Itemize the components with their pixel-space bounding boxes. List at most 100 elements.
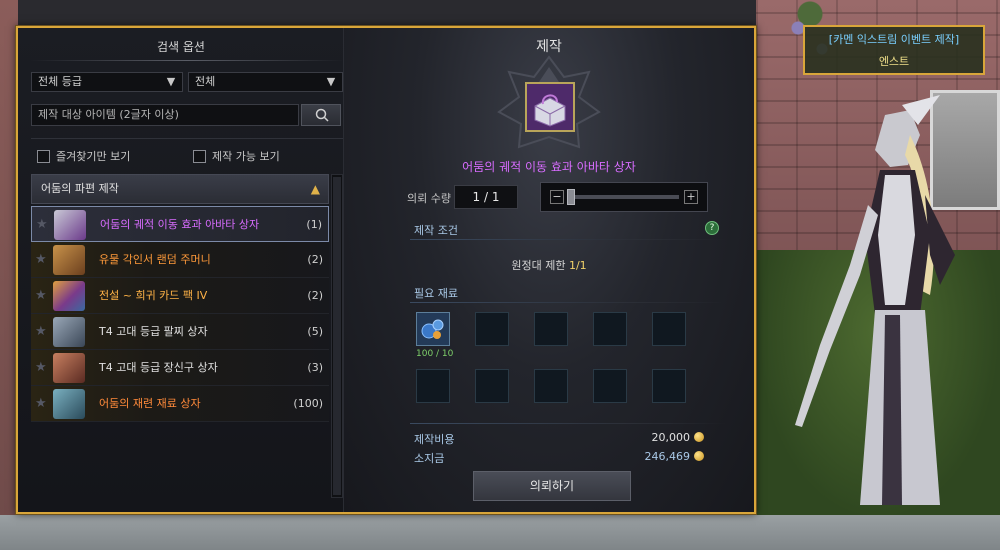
- npc-title: [카멘 익스트림 이벤트 제작]: [828, 33, 960, 46]
- item-count: (3): [307, 361, 323, 374]
- list-item[interactable]: ★ T4 고대 등급 장신구 상자 (3): [31, 350, 329, 386]
- favorite-star-icon[interactable]: ★: [35, 396, 47, 411]
- material-crystal-icon: [421, 319, 444, 339]
- craftable-only-toggle[interactable]: 제작 가능 보기: [193, 148, 280, 164]
- recipe-list: ★ 어둠의 궤적 이동 효과 아바타 상자 (1) ★ 유물 각인서 랜덤 주머…: [31, 206, 329, 422]
- divider: [410, 239, 726, 240]
- material-slot[interactable]: [475, 369, 509, 403]
- search-button[interactable]: [301, 104, 341, 126]
- item-count: (5): [307, 325, 323, 338]
- category-header-dark-shard[interactable]: 어둠의 파편 제작 ▲: [31, 174, 329, 204]
- scrollbar-thumb[interactable]: [333, 177, 341, 495]
- search-icon: [315, 108, 329, 122]
- list-item[interactable]: ★ 유물 각인서 랜덤 주머니 (2): [31, 242, 329, 278]
- minus-button[interactable]: −: [550, 190, 564, 204]
- item-name: 유물 각인서 랜덤 주머니: [99, 253, 211, 266]
- divider: [410, 423, 726, 424]
- grade-select-value: 전체 등급: [38, 75, 82, 88]
- quantity-slider[interactable]: − +: [540, 182, 708, 212]
- limit-value: 1/1: [568, 259, 587, 272]
- item-thumbnail: [53, 245, 85, 275]
- material-slot[interactable]: [652, 312, 686, 346]
- divider: [410, 302, 726, 303]
- request-button[interactable]: 의뢰하기: [473, 471, 631, 501]
- search-input[interactable]: 제작 대상 아이템 (2글자 이상): [31, 104, 299, 126]
- plus-button[interactable]: +: [684, 190, 698, 204]
- list-item[interactable]: ★ T4 고대 등급 팔찌 상자 (5): [31, 314, 329, 350]
- slider-handle[interactable]: [567, 189, 575, 205]
- conditions-label: 제작 조건: [414, 224, 458, 237]
- npc-name-plate: [카멘 익스트림 이벤트 제작] 엔스트: [803, 25, 985, 75]
- item-count: (2): [307, 289, 323, 302]
- favorite-star-icon[interactable]: ★: [35, 288, 47, 303]
- npc-character-figure[interactable]: [790, 95, 980, 515]
- type-select-value: 전체: [195, 75, 216, 88]
- item-name: 어둠의 궤적 이동 효과 아바타 상자: [100, 218, 260, 231]
- category-label: 어둠의 파편 제작: [41, 182, 119, 195]
- item-name: T4 고대 등급 팔찌 상자: [99, 325, 208, 338]
- chevron-up-icon[interactable]: ▲: [311, 175, 320, 203]
- limit-label: 원정대 제한: [511, 259, 566, 272]
- search-pane: 검색 옵션 전체 등급 ▼ 전체 ▼ 제작 대상 아이템 (2글자 이상) 즐겨…: [18, 28, 344, 512]
- material-slot[interactable]: [534, 312, 568, 346]
- favorite-star-icon[interactable]: ★: [35, 360, 47, 375]
- chevron-down-icon[interactable]: ▼: [324, 74, 338, 90]
- help-icon[interactable]: ?: [705, 221, 719, 235]
- material-slot[interactable]: [475, 312, 509, 346]
- material-slot[interactable]: [534, 369, 568, 403]
- item-thumbnail: [53, 389, 85, 419]
- list-item[interactable]: ★ 어둠의 재련 재료 상자 (100): [31, 386, 329, 422]
- search-options-title: 검색 옵션: [157, 40, 205, 54]
- gold-coin-icon: [694, 451, 704, 461]
- crafted-item-icon[interactable]: [525, 82, 575, 132]
- craftable-checkbox[interactable]: [193, 149, 206, 163]
- chevron-down-icon[interactable]: ▼: [164, 74, 178, 90]
- avatar-box-icon: [527, 84, 573, 130]
- material-count: 100 / 10: [416, 349, 454, 359]
- favorite-star-icon[interactable]: ★: [36, 217, 48, 232]
- item-name: 전설 ~ 희귀 카드 팩 IV: [99, 289, 208, 302]
- item-count: (100): [293, 397, 323, 410]
- type-select[interactable]: 전체 ▼: [188, 72, 343, 92]
- material-slot[interactable]: [593, 312, 627, 346]
- craft-detail-pane: 제작 어둠의 궤적 이동 효과 아바타 상자 의뢰 수량 1 / 1 − + 제…: [344, 28, 754, 512]
- npc-name: 엔스트: [878, 55, 910, 68]
- craft-cost-value-group: 20,000: [651, 431, 704, 444]
- list-item[interactable]: ★ 어둠의 궤적 이동 효과 아바타 상자 (1): [31, 206, 329, 242]
- favorites-label: 즐겨찾기만 보기: [56, 150, 131, 163]
- gold-coin-icon: [694, 432, 704, 442]
- list-item[interactable]: ★ 전설 ~ 희귀 카드 팩 IV (2): [31, 278, 329, 314]
- item-thumbnail: [54, 210, 86, 240]
- owned-gold-value-group: 246,469: [645, 450, 704, 463]
- craft-cost-label: 제작비용: [414, 433, 455, 446]
- crafting-window: 검색 옵션 전체 등급 ▼ 전체 ▼ 제작 대상 아이템 (2글자 이상) 즐겨…: [16, 26, 756, 514]
- material-slot[interactable]: [416, 312, 450, 346]
- item-name: T4 고대 등급 장신구 상자: [99, 361, 218, 374]
- owned-gold-label: 소지금: [414, 452, 445, 465]
- expedition-limit: 원정대 제한 1/1: [344, 257, 754, 273]
- crafted-item-name: 어둠의 궤적 이동 효과 아바타 상자: [462, 160, 636, 174]
- material-slot[interactable]: [416, 369, 450, 403]
- quantity-input[interactable]: 1 / 1: [454, 185, 518, 209]
- slider-track[interactable]: [569, 195, 679, 199]
- materials-label: 필요 재료: [414, 287, 458, 300]
- quantity-label: 의뢰 수량: [407, 192, 451, 205]
- item-count: (1): [306, 218, 322, 231]
- craft-cost-value: 20,000: [651, 431, 691, 444]
- divider: [31, 138, 343, 139]
- grade-select[interactable]: 전체 등급 ▼: [31, 72, 183, 92]
- material-slot[interactable]: [652, 369, 686, 403]
- favorite-star-icon[interactable]: ★: [35, 324, 47, 339]
- favorites-only-toggle[interactable]: 즐겨찾기만 보기: [37, 148, 130, 164]
- item-name: 어둠의 재련 재료 상자: [99, 397, 201, 410]
- material-slot[interactable]: [593, 369, 627, 403]
- item-thumbnail: [53, 353, 85, 383]
- item-count: (2): [307, 253, 323, 266]
- item-thumbnail: [53, 317, 85, 347]
- favorite-star-icon[interactable]: ★: [35, 252, 47, 267]
- favorites-checkbox[interactable]: [37, 149, 50, 163]
- craft-cost-row: 제작비용 20,000: [414, 431, 704, 447]
- list-scrollbar[interactable]: [331, 174, 343, 498]
- item-thumbnail: [53, 281, 85, 311]
- pavement: [0, 515, 1000, 550]
